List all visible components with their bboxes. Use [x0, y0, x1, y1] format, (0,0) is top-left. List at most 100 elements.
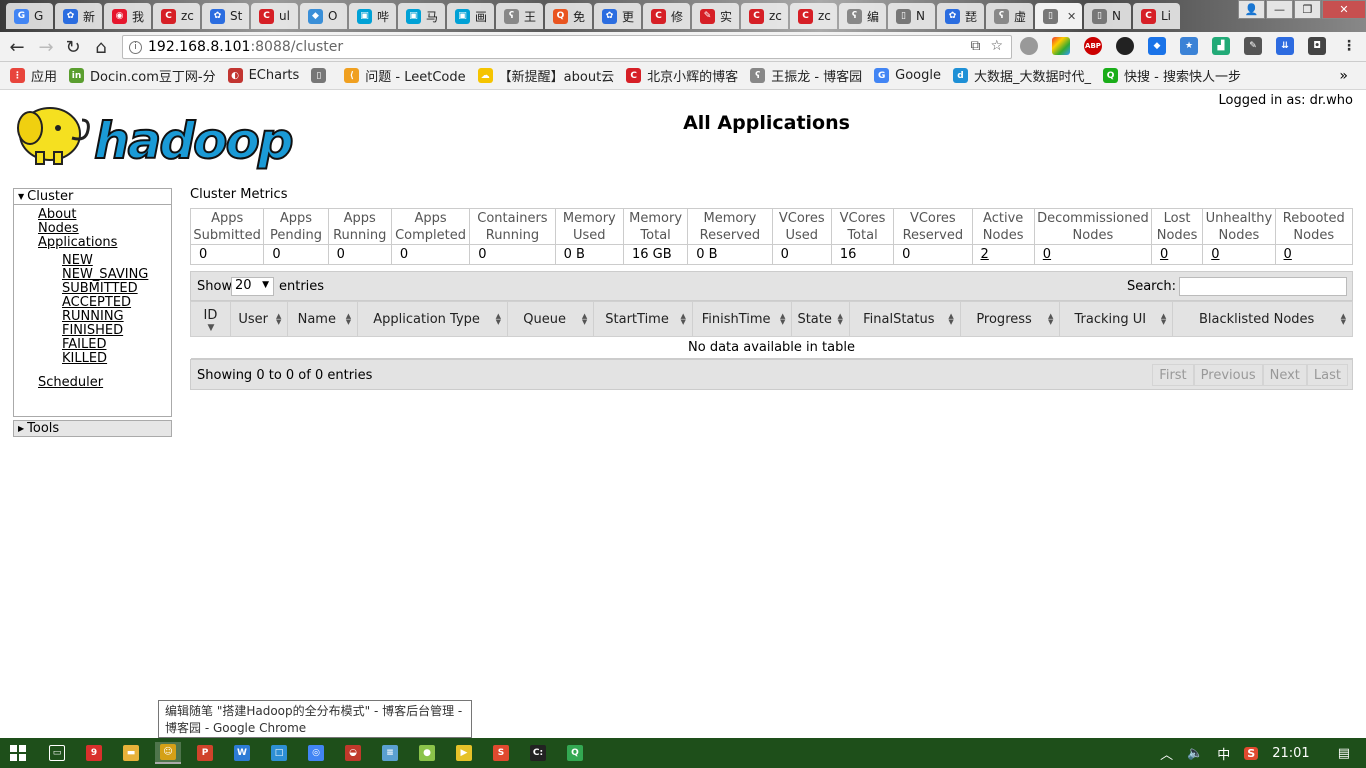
- column-header-queue[interactable]: Queue ▲ ▼: [507, 301, 595, 337]
- extension-face-icon[interactable]: ◘: [1308, 37, 1326, 55]
- browser-tab[interactable]: Q免: [545, 3, 592, 29]
- taskbar-app-green-yellow-icon[interactable]: ●: [414, 742, 440, 764]
- bookmark-item[interactable]: ◐ ECharts: [227, 68, 299, 83]
- page-size-select[interactable]: 20 ▼: [231, 277, 274, 296]
- volume-icon[interactable]: 🔈: [1187, 746, 1203, 761]
- taskbar-notepad-icon[interactable]: ≡: [377, 742, 403, 764]
- browser-tab[interactable]: ✿ 琵: [937, 3, 984, 29]
- taskbar-video-player-icon[interactable]: ▶: [451, 742, 477, 764]
- column-header-blacklisted-nodes[interactable]: Blacklisted Nodes ▲ ▼: [1172, 301, 1353, 337]
- extension-star-icon[interactable]: ★: [1180, 37, 1198, 55]
- windows-start-icon[interactable]: [10, 745, 26, 761]
- search-input[interactable]: [1179, 277, 1347, 296]
- sidebar-link-about[interactable]: About: [14, 208, 171, 222]
- taskbar-app-red-icon[interactable]: 9: [81, 742, 107, 764]
- taskbar-app-quick-icon[interactable]: Q: [562, 742, 588, 764]
- browser-tab[interactable]: ▣ 哔: [349, 3, 396, 29]
- column-header-id[interactable]: ID ▼: [190, 301, 231, 337]
- extension-chart-icon[interactable]: ▟: [1212, 37, 1230, 55]
- first-page-button[interactable]: First: [1152, 364, 1194, 386]
- metric-value-link[interactable]: 2: [971, 244, 1035, 265]
- home-icon[interactable]: ⌂: [90, 36, 112, 58]
- browser-tab[interactable]: ◉ 我: [104, 3, 151, 29]
- taskbar-sogou-icon[interactable]: S: [488, 742, 514, 764]
- browser-tab[interactable]: ʕ王: [496, 3, 543, 29]
- metric-value-link[interactable]: 0: [1202, 244, 1276, 265]
- browser-tab[interactable]: Czc: [153, 3, 200, 29]
- browser-tab[interactable]: ◆ O: [300, 3, 347, 29]
- browser-tab[interactable]: ✿ St: [202, 3, 249, 29]
- bookmark-item[interactable]: in Docin.com豆丁网-分: [69, 66, 216, 85]
- browser-tab[interactable]: ▯ ✕: [1035, 3, 1082, 29]
- hadoop-logo[interactable]: hadoop: [14, 98, 312, 170]
- tools-accordion-header[interactable]: ▶ Tools: [13, 420, 172, 437]
- bookmark-item[interactable]: ☁ 【新提醒】about云: [477, 66, 614, 85]
- browser-tab[interactable]: ʕ编: [839, 3, 886, 29]
- column-header-tracking-ui[interactable]: Tracking UI ▲ ▼: [1059, 301, 1174, 337]
- browser-tab[interactable]: C Li: [1133, 3, 1180, 29]
- extension-circle-icon[interactable]: [1020, 37, 1038, 55]
- sogou-tray-icon[interactable]: S: [1244, 746, 1259, 760]
- extension-diamond-icon[interactable]: ◆: [1148, 37, 1166, 55]
- browser-tab[interactable]: ▣ 马: [398, 3, 445, 29]
- metric-value-link[interactable]: 0: [1033, 244, 1152, 265]
- sidebar-link-running[interactable]: RUNNING: [14, 310, 171, 324]
- browser-tab[interactable]: ✿ 新: [55, 3, 102, 29]
- taskbar-chrome-icon[interactable]: ◎: [303, 742, 329, 764]
- column-header-application-type[interactable]: Application Type ▲ ▼: [357, 301, 509, 337]
- taskbar-wps-presentation-icon[interactable]: P: [192, 742, 218, 764]
- clock[interactable]: 21:01: [1272, 746, 1309, 761]
- column-header-finalstatus[interactable]: FinalStatus ▲ ▼: [848, 301, 961, 337]
- column-header-starttime[interactable]: StartTime ▲ ▼: [593, 301, 693, 337]
- browser-tab[interactable]: ʕ虚: [986, 3, 1033, 29]
- sidebar-link-applications[interactable]: Applications: [14, 236, 171, 250]
- browser-tab[interactable]: GG: [6, 3, 53, 29]
- sidebar-link-scheduler[interactable]: Scheduler: [14, 376, 171, 390]
- taskbar-app-snail-icon[interactable]: ◒: [340, 742, 366, 764]
- column-header-user[interactable]: User ▲ ▼: [229, 301, 289, 337]
- profile-icon[interactable]: 👤: [1238, 0, 1265, 19]
- browser-tab[interactable]: C修: [643, 3, 690, 29]
- sidebar-link-failed[interactable]: FAILED: [14, 338, 171, 352]
- chevron-up-icon[interactable]: ︿: [1160, 744, 1173, 763]
- taskbar-task-view-icon[interactable]: ▭: [44, 742, 70, 764]
- extension-download-icon[interactable]: ⇊: [1276, 37, 1294, 55]
- browser-tab[interactable]: ▯ N: [888, 3, 935, 29]
- previous-page-button[interactable]: Previous: [1193, 364, 1263, 386]
- metric-value-link[interactable]: 0: [1274, 244, 1354, 265]
- browser-tab[interactable]: ▯ N: [1084, 3, 1131, 29]
- minimize-button[interactable]: —: [1266, 0, 1293, 19]
- adblock-icon[interactable]: ABP: [1084, 37, 1102, 55]
- column-header-finishtime[interactable]: FinishTime ▲ ▼: [691, 301, 793, 337]
- extension-dark-icon[interactable]: [1116, 37, 1134, 55]
- sidebar-link-killed[interactable]: KILLED: [14, 352, 171, 366]
- address-bar[interactable]: i 192.168.8.101:8088/cluster ⧉ ☆: [122, 35, 1012, 59]
- last-page-button[interactable]: Last: [1306, 364, 1348, 386]
- taskbar-app-yellow-icon[interactable]: ☺: [155, 742, 181, 764]
- next-page-button[interactable]: Next: [1262, 364, 1307, 386]
- sidebar-link-nodes[interactable]: Nodes: [14, 222, 171, 236]
- bookmark-item[interactable]: ʕ 王振龙 - 博客园: [750, 66, 862, 85]
- sidebar-link-new[interactable]: NEW: [14, 254, 171, 268]
- browser-tab[interactable]: ✎ 实: [692, 3, 739, 29]
- bookmark-item[interactable]: ⋮ 应用: [10, 66, 57, 85]
- reload-icon[interactable]: ↻: [62, 36, 84, 58]
- taskbar-app-blue-icon[interactable]: □: [266, 742, 292, 764]
- tab-close-icon[interactable]: ✕: [1067, 10, 1076, 23]
- bookmark-star-icon[interactable]: ☆: [990, 38, 1003, 54]
- bookmark-item[interactable]: Q 快搜 - 搜索快人一步: [1103, 66, 1241, 85]
- info-icon[interactable]: i: [129, 40, 142, 54]
- bookmark-item[interactable]: d 大数据_大数据时代_: [953, 66, 1091, 85]
- chrome-menu-icon[interactable]: ⋮: [1340, 37, 1358, 55]
- browser-tab[interactable]: Cul: [251, 3, 298, 29]
- extension-color-icon[interactable]: [1052, 37, 1070, 55]
- bookmark-item[interactable]: ▯: [311, 68, 332, 83]
- browser-tab[interactable]: ✿ 更: [594, 3, 641, 29]
- close-window-button[interactable]: ✕: [1322, 0, 1366, 19]
- column-header-progress[interactable]: Progress ▲ ▼: [959, 301, 1061, 337]
- sidebar-link-accepted[interactable]: ACCEPTED: [14, 296, 171, 310]
- bookmark-item[interactable]: C 北京小辉的博客: [626, 66, 738, 85]
- metric-value-link[interactable]: 0: [1150, 244, 1204, 265]
- sidebar-link-new-saving[interactable]: NEW_SAVING: [14, 268, 171, 282]
- extension-tool-icon[interactable]: ✎: [1244, 37, 1262, 55]
